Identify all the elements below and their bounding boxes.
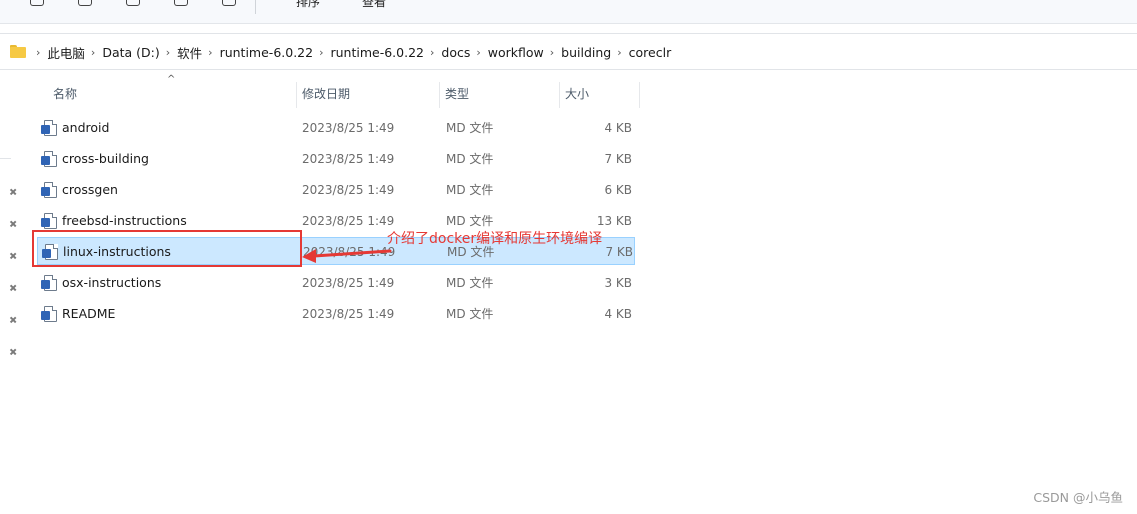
file-size: 7 KB (604, 152, 632, 166)
breadcrumb-workflow[interactable]: workflow (488, 45, 544, 60)
file-type: MD 文件 (446, 121, 494, 135)
column-header-modified[interactable]: 修改日期 (296, 80, 350, 108)
file-modified: 2023/8/25 1:49 (302, 214, 395, 228)
command-toolbar: 排序 查看 (0, 0, 1137, 24)
file-type: MD 文件 (446, 307, 494, 321)
column-header-name[interactable]: 名称 (47, 80, 77, 108)
file-size: 6 KB (604, 183, 632, 197)
sort-button[interactable]: 排序 (296, 0, 320, 10)
breadcrumb-coreclr[interactable]: coreclr (629, 45, 672, 60)
pane-divider (0, 158, 11, 159)
new-icon[interactable] (30, 0, 44, 6)
word-document-icon (41, 275, 57, 291)
copy-icon[interactable] (78, 0, 92, 6)
chevron-right-icon[interactable]: › (550, 46, 554, 59)
breadcrumb-software[interactable]: 软件 (177, 43, 202, 62)
chevron-right-icon[interactable]: › (36, 46, 40, 59)
sort-ascending-icon: ^ (167, 74, 176, 85)
file-modified: 2023/8/25 1:49 (302, 276, 395, 290)
chevron-right-icon[interactable]: › (476, 46, 480, 59)
chevron-right-icon[interactable]: › (430, 46, 434, 59)
pin-icon[interactable]: ✚ (4, 281, 21, 298)
word-document-icon (41, 306, 57, 322)
column-header-row: ^ 名称 修改日期 类型 大小 (37, 74, 641, 108)
file-modified: 2023/8/25 1:49 (302, 183, 395, 197)
breadcrumb-runtime-outer[interactable]: runtime-6.0.22 (220, 45, 314, 60)
chevron-right-icon[interactable]: › (617, 46, 621, 59)
column-header-size[interactable]: 大小 (559, 80, 589, 108)
annotation-text: 介绍了docker编译和原生环境编译 (387, 231, 603, 247)
column-divider[interactable] (639, 82, 640, 108)
file-name: README (62, 306, 116, 321)
navigation-pane-edge: ✚ ✚ ✚ ✚ ✚ ✚ (0, 70, 22, 514)
watermark: CSDN @小乌鱼 (1033, 490, 1123, 505)
pin-icon[interactable]: ✚ (4, 217, 21, 234)
file-size: 4 KB (604, 121, 632, 135)
pin-icon[interactable]: ✚ (4, 185, 21, 202)
paste-icon[interactable] (126, 0, 140, 6)
breadcrumb-this-pc[interactable]: 此电脑 (47, 43, 85, 62)
file-row[interactable]: cross-building 2023/8/25 1:49 MD 文件 7 KB (37, 145, 635, 173)
file-type: MD 文件 (446, 183, 494, 197)
file-modified: 2023/8/25 1:49 (302, 307, 395, 321)
chevron-right-icon[interactable]: › (319, 46, 323, 59)
file-name: osx-instructions (62, 275, 162, 290)
file-name: cross-building (62, 151, 149, 166)
annotation-arrow-icon (302, 249, 392, 263)
breadcrumb-data-drive[interactable]: Data (D:) (102, 45, 159, 60)
chevron-right-icon[interactable]: › (91, 46, 95, 59)
file-type: MD 文件 (446, 152, 494, 166)
file-row[interactable]: crossgen 2023/8/25 1:49 MD 文件 6 KB (37, 176, 635, 204)
file-modified: 2023/8/25 1:49 (302, 152, 395, 166)
rename-icon[interactable] (174, 0, 188, 6)
pin-icon[interactable]: ✚ (4, 345, 21, 362)
chevron-right-icon[interactable]: › (208, 46, 212, 59)
word-document-icon (41, 120, 57, 136)
highlight-box (32, 230, 302, 267)
word-document-icon (41, 213, 57, 229)
view-button[interactable]: 查看 (362, 0, 386, 10)
file-size: 4 KB (604, 307, 632, 321)
file-name: crossgen (62, 182, 118, 197)
word-document-icon (41, 182, 57, 198)
pin-icon[interactable]: ✚ (4, 313, 21, 330)
folder-icon (10, 45, 26, 58)
word-document-icon (41, 151, 57, 167)
address-bar[interactable]: › 此电脑 › Data (D:) › 软件 › runtime-6.0.22 … (0, 33, 1137, 70)
breadcrumb: › 此电脑 › Data (D:) › 软件 › runtime-6.0.22 … (30, 43, 671, 62)
delete-icon[interactable] (222, 0, 236, 6)
column-header-type[interactable]: 类型 (439, 80, 469, 108)
breadcrumb-building[interactable]: building (561, 45, 611, 60)
file-row[interactable]: osx-instructions 2023/8/25 1:49 MD 文件 3 … (37, 269, 635, 297)
toolbar-divider (255, 0, 256, 14)
file-modified: 2023/8/25 1:49 (302, 121, 395, 135)
file-row[interactable]: README 2023/8/25 1:49 MD 文件 4 KB (37, 300, 635, 328)
chevron-right-icon[interactable]: › (166, 46, 170, 59)
file-type: MD 文件 (446, 276, 494, 290)
pin-icon[interactable]: ✚ (4, 249, 21, 266)
breadcrumb-runtime-inner[interactable]: runtime-6.0.22 (330, 45, 424, 60)
file-row[interactable]: android 2023/8/25 1:49 MD 文件 4 KB (37, 114, 635, 142)
file-size: 3 KB (604, 276, 632, 290)
breadcrumb-docs[interactable]: docs (441, 45, 470, 60)
file-name: android (62, 120, 110, 135)
